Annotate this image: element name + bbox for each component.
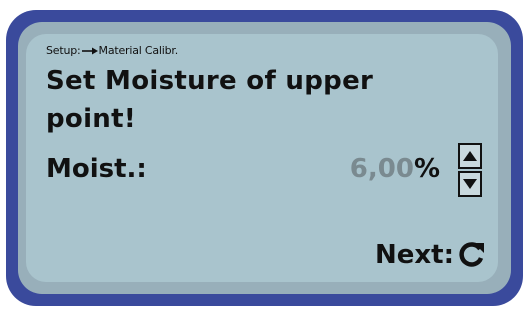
- display-screen: Setup: Material Calibr. Set Moisture of u…: [26, 34, 498, 282]
- moisture-unit: %: [413, 154, 440, 184]
- arrow-right-icon: [81, 44, 98, 57]
- page-title: Set Moisture of upper point!: [46, 66, 374, 134]
- decrease-button[interactable]: [458, 171, 482, 197]
- moisture-label: Moist.:: [46, 154, 147, 184]
- moisture-value: 6,00%: [350, 154, 440, 184]
- increase-button[interactable]: [458, 143, 482, 169]
- breadcrumb-prefix: Setup:: [46, 44, 81, 57]
- device-bezel: Setup: Material Calibr. Set Moisture of u…: [6, 10, 523, 306]
- next-label: Next:: [375, 240, 454, 270]
- triangle-up-icon: [463, 151, 477, 161]
- breadcrumb: Setup: Material Calibr.: [46, 44, 178, 57]
- triangle-down-icon: [463, 179, 477, 189]
- moisture-stepper[interactable]: [458, 143, 482, 197]
- refresh-icon[interactable]: [456, 240, 486, 270]
- breadcrumb-section: Material Calibr.: [98, 44, 179, 57]
- screen-frame: Setup: Material Calibr. Set Moisture of u…: [18, 22, 511, 294]
- moisture-value-number: 6,00: [349, 154, 414, 184]
